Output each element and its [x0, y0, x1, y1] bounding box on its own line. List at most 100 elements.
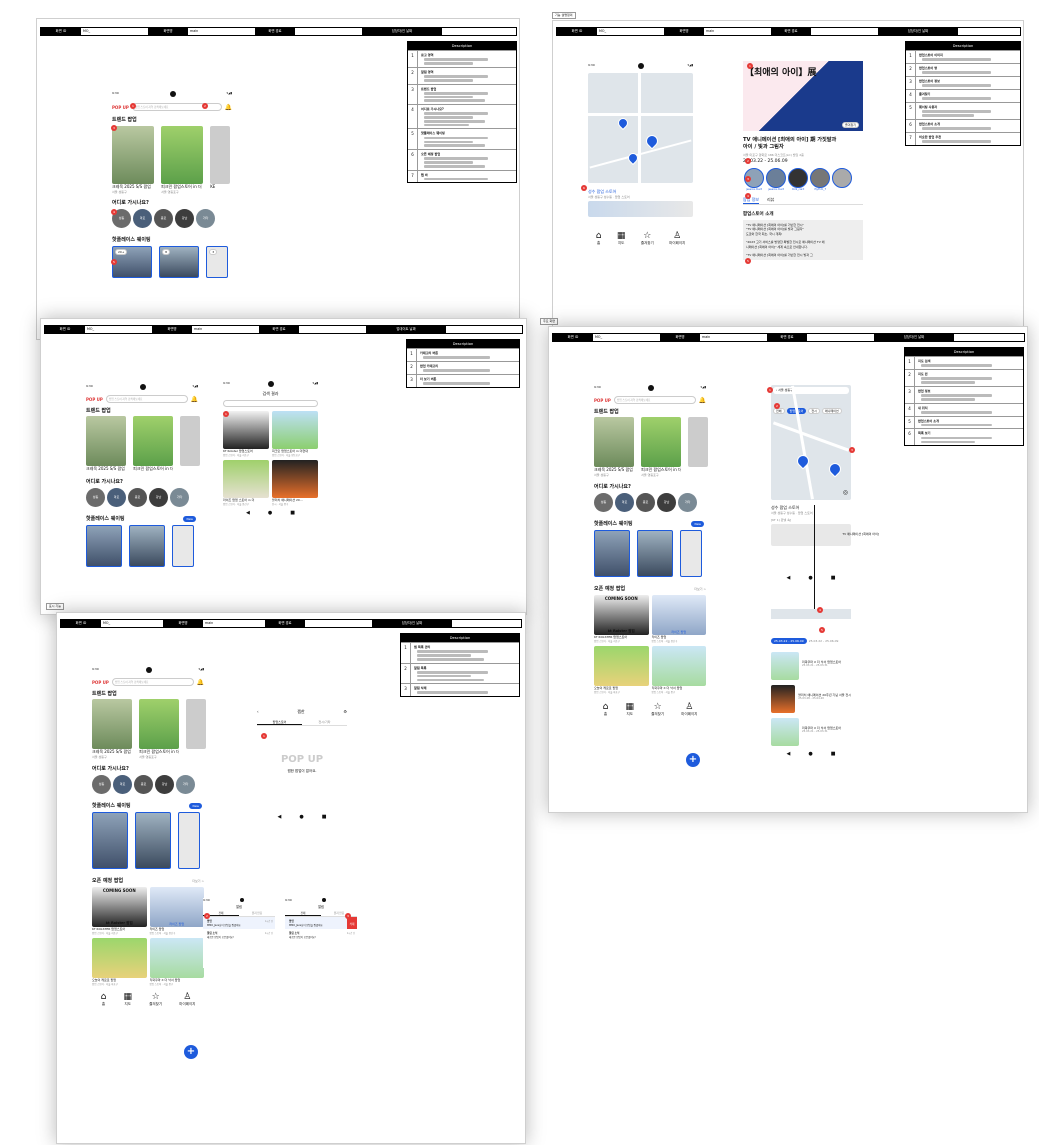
bell-icon[interactable]: 🔔: [699, 397, 706, 404]
waiting-card[interactable]: [135, 812, 172, 869]
trending-card[interactable]: 크레욱 2025 S/S 팝업 서울 성동구: [112, 126, 154, 194]
waiting-card[interactable]: [172, 525, 195, 567]
region-circle[interactable]: 마포: [107, 488, 126, 507]
category-card[interactable]: 블리치 애니메이션 20... 전시 · 서울 중구: [272, 460, 318, 506]
trending-card[interactable]: 피크민 팝업스토어 in 더: [133, 416, 174, 472]
waiting-user[interactable]: [831, 168, 853, 188]
waiting-card[interactable]: 8: [159, 246, 200, 278]
map-view[interactable]: [588, 73, 693, 183]
waiting-card[interactable]: 20+: [112, 246, 152, 278]
upcoming-card[interactable]: 오늘의 케로로 팝업 팝업 스토어 · 서울 마포구: [594, 646, 649, 694]
trending-card[interactable]: [180, 416, 201, 466]
waiting-user[interactable]: milk_card: [787, 168, 809, 191]
upcoming-card[interactable]: 리락쿠마 X 더 낙서 팝업 팝업 스토어 · 서울 중구: [651, 646, 706, 694]
waiting-user[interactable]: rhythm_7: [809, 168, 831, 191]
map-view[interactable]: ‹ 서울 성동구 전체팝업스토어전시애니메이션 ◎: [771, 385, 851, 500]
recent-icon[interactable]: ■: [290, 510, 295, 516]
filter-chip[interactable]: 애니메이션: [821, 408, 842, 414]
favorite-button[interactable]: 즐겨찾기: [841, 122, 859, 128]
nav-item[interactable]: ♙ 마이페이지: [669, 231, 685, 246]
view-all-link[interactable]: 더보기 >: [694, 587, 706, 591]
notification-item[interactable]: 팝업 MMO_Jace님이 팝업을 찜했어요. 1시간 전: [203, 917, 275, 929]
bell-icon[interactable]: 🔔: [191, 396, 198, 403]
nav-item[interactable]: ☆ 즐겨찾기: [149, 992, 162, 1007]
waiting-card[interactable]: [680, 530, 703, 577]
region-circle[interactable]: 마포: [133, 209, 152, 228]
back-icon[interactable]: ◀: [278, 814, 282, 820]
trending-card[interactable]: 크레욱 2025 S/S 팝업 서울 성동구: [92, 699, 132, 759]
location-icon[interactable]: ◎: [843, 489, 848, 496]
region-circle[interactable]: 기타: [170, 488, 189, 507]
settings-icon[interactable]: ⚙: [343, 709, 347, 715]
waiting-card[interactable]: 3: [206, 246, 229, 278]
back-icon[interactable]: ◀: [246, 510, 250, 516]
search-input[interactable]: 팝업 스토어 지역 검색해보세요: [105, 395, 188, 403]
notification-tab[interactable]: 전체: [285, 911, 321, 916]
waiting-card[interactable]: [637, 530, 674, 577]
filter-chip[interactable]: 전시: [808, 408, 820, 414]
trending-card[interactable]: 피크민 팝업스토어 in 더 서울 영등포구: [161, 126, 204, 194]
upcoming-card[interactable]: 오늘의 케로로 팝업 팝업 스토어 · 서울 마포구: [92, 938, 147, 986]
map-marker[interactable]: [794, 452, 812, 470]
region-circle[interactable]: 종로: [128, 488, 147, 507]
map-search-input[interactable]: ‹ 서울 성동구: [773, 387, 849, 394]
back-arrow-icon[interactable]: ‹: [257, 709, 259, 715]
nav-item[interactable]: ⌂ 홈: [101, 992, 107, 1007]
tab-exhibit[interactable]: 전시/기타: [302, 720, 347, 725]
map-list-item[interactable]: 리락쿠마 X 더 낙서 팝업스토어 25.03.21 - 25.03.31: [771, 652, 851, 680]
region-circle[interactable]: 마포: [113, 775, 132, 794]
upcoming-card[interactable]: COMING SOON kt Rolster 팝업 KT ROLSTER 팝업스토어…: [92, 887, 147, 935]
waiting-card[interactable]: [178, 812, 201, 869]
recent-icon[interactable]: ■: [831, 751, 836, 757]
bell-icon[interactable]: 🔔: [225, 104, 232, 111]
filter-chip[interactable]: 전체: [773, 408, 785, 414]
region-circle[interactable]: 강남: [657, 493, 676, 512]
tab-popup[interactable]: 팝업스토어: [257, 720, 302, 725]
nav-item[interactable]: ▦ 지도: [626, 702, 635, 717]
category-card[interactable]: 피크민 팝업스토어 in 더현대 팝업 스토어 · 서울 영등포구: [272, 411, 318, 457]
region-circle[interactable]: 종로: [636, 493, 655, 512]
back-icon[interactable]: ◀: [787, 751, 791, 757]
upcoming-card[interactable]: 라이즈 팝업 라이즈 팝업 팝업 스토어 · 서울 용산구: [149, 887, 204, 935]
home-dot-icon[interactable]: ●: [268, 510, 272, 516]
waiting-card[interactable]: [594, 530, 630, 577]
bell-icon[interactable]: 🔔: [197, 679, 204, 686]
nav-item[interactable]: ☆ 즐겨찾기: [641, 231, 654, 246]
add-fab[interactable]: +: [686, 753, 700, 767]
region-circle[interactable]: 성동: [92, 775, 111, 794]
recent-icon[interactable]: ■: [322, 814, 327, 820]
nav-item[interactable]: ⌂ 홈: [603, 702, 609, 717]
trending-card[interactable]: 피크민 팝업스토어 in 더 서울 영등포구: [139, 699, 180, 759]
region-circle[interactable]: 성동: [594, 493, 613, 512]
nav-item[interactable]: ▦ 지도: [617, 231, 626, 246]
region-circle[interactable]: 기타: [678, 493, 697, 512]
trending-card[interactable]: KE: [210, 126, 231, 189]
notification-tab[interactable]: 읽지 않음: [239, 911, 275, 916]
search-input[interactable]: 팝업 스토어 지역 검색해보세요: [131, 103, 222, 111]
trending-card[interactable]: 크레욱 2025 S/S 팝업 서울 성동구: [594, 417, 634, 477]
nav-item[interactable]: ▦ 지도: [124, 992, 133, 1007]
region-circle[interactable]: 강남: [155, 775, 174, 794]
region-circle[interactable]: 기타: [176, 775, 195, 794]
trending-card[interactable]: 피크민 팝업스토어 in 더 서울 영등포구: [641, 417, 682, 477]
region-circle[interactable]: 종로: [154, 209, 173, 228]
waiting-user[interactable]: jessica.mart: [765, 168, 787, 191]
nav-item[interactable]: ♙ 마이페이지: [681, 702, 697, 717]
map-list-item[interactable]: 리락쿠마 X 더 낙서 팝업스토어 25.03.21 - 25.03.31: [771, 718, 851, 746]
waiting-card[interactable]: [86, 525, 122, 567]
waiting-card[interactable]: [129, 525, 166, 567]
map-marker[interactable]: [826, 460, 844, 478]
home-dot-icon[interactable]: ●: [808, 751, 812, 757]
map-list-item[interactable]: 블리치 애니메이션 20주년 기념 서울 전시 25.03.28 - 25.04.…: [771, 685, 851, 713]
trending-card[interactable]: 크레욱 2025 S/S 팝업: [86, 416, 126, 472]
map-marker[interactable]: [643, 132, 661, 150]
region-circle[interactable]: 기타: [196, 209, 215, 228]
nav-item[interactable]: ♙ 마이페이지: [179, 992, 195, 1007]
waiting-card[interactable]: [92, 812, 128, 869]
notification-item[interactable]: 알림 소식 새로운 팝업이 오픈했어요! 2시간 전: [285, 929, 357, 941]
region-circle[interactable]: 강남: [175, 209, 194, 228]
trending-card[interactable]: [186, 699, 207, 749]
nav-item[interactable]: ☆ 즐겨찾기: [651, 702, 664, 717]
home-dot-icon[interactable]: ●: [299, 814, 303, 820]
search-input[interactable]: 팝업 스토어 지역 검색해보세요: [111, 678, 194, 686]
